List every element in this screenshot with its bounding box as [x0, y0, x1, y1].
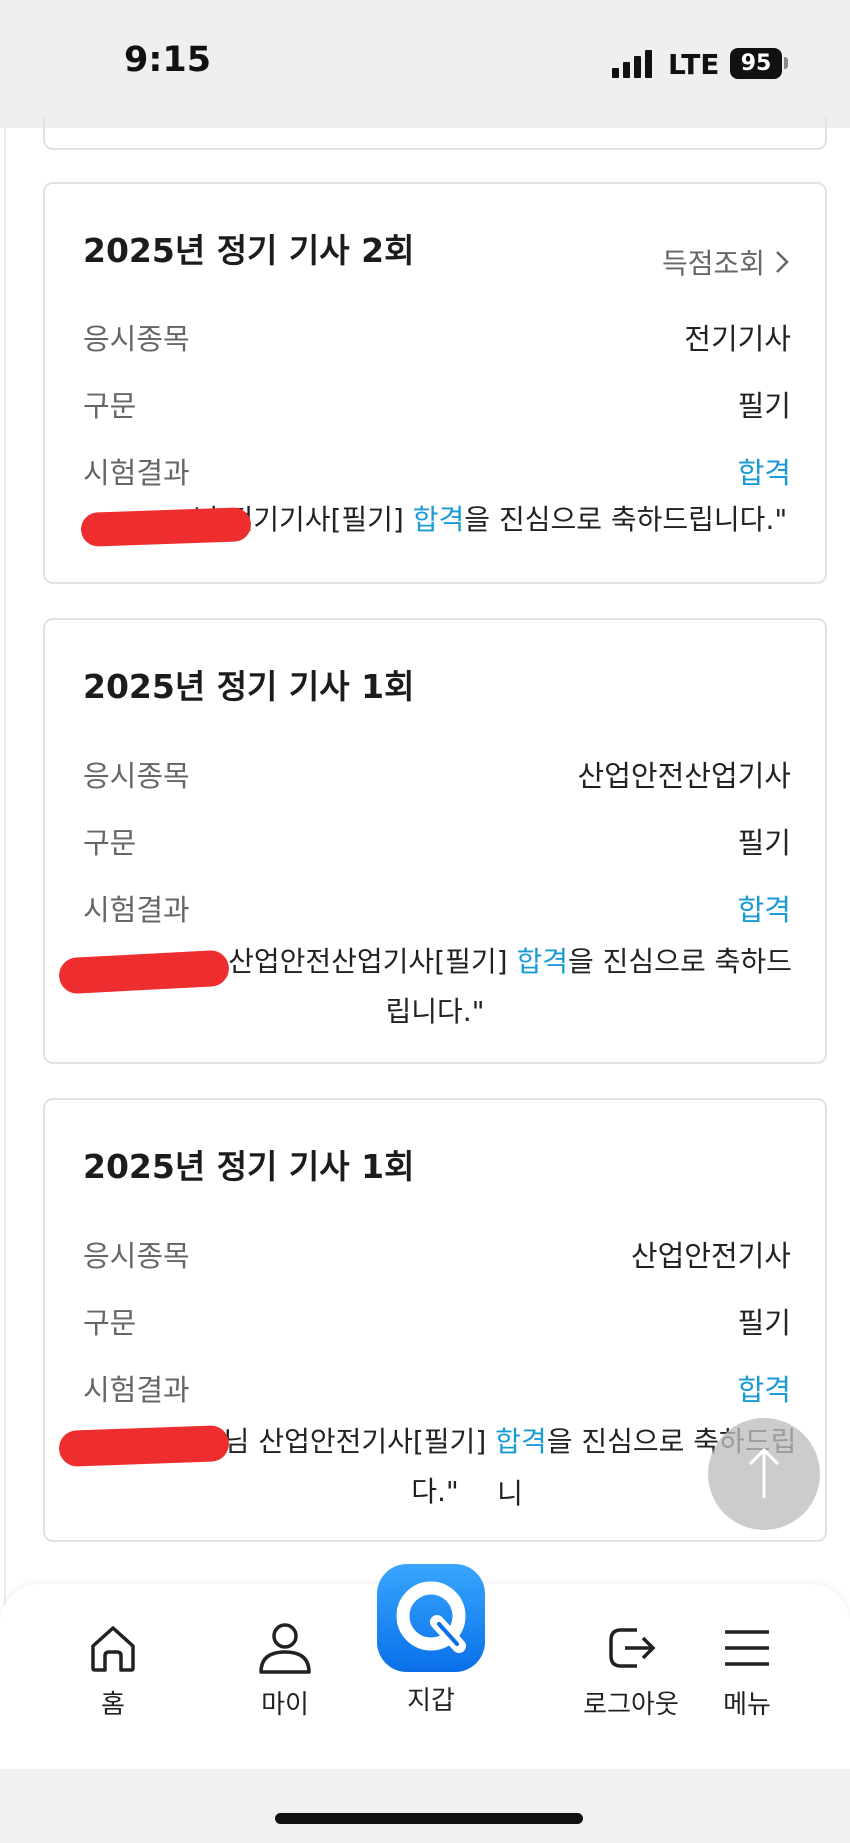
scroll-to-top-button[interactable]	[708, 1418, 820, 1530]
result-pass-value: 합격	[737, 893, 791, 927]
logout-icon	[609, 1628, 656, 1668]
nav-label: 홈	[101, 1690, 125, 1720]
row-value: 필기	[737, 1306, 791, 1340]
exam-type-row: 구문 필기	[83, 383, 791, 423]
exam-result-row: 시험결과 합격	[83, 887, 791, 927]
message-suffix: 을 진심으로 축하드	[568, 945, 792, 978]
previous-card-edge	[43, 118, 827, 150]
home-indicator[interactable]	[275, 1813, 583, 1824]
row-label: 구문	[83, 826, 137, 860]
exam-card: 2025년 정기 기사 1회 응시종목 산업안전산업기사 구문 필기 시험결과 …	[43, 618, 827, 1064]
row-label: 응시종목	[83, 1239, 190, 1273]
message-exam: 산업안전산업기사[필기]	[228, 945, 517, 978]
exam-subject-row: 응시종목 산업안전산업기사	[83, 753, 791, 793]
exam-card-title: 2025년 정기 기사 1회	[83, 667, 415, 706]
exam-card-title: 2025년 정기 기사 2회	[83, 231, 415, 270]
nav-my[interactable]: 마이	[220, 1620, 350, 1730]
exam-card: 2025년 정기 기사 2회 득점조회 응시종목 전기기사 구문 필기 시험결과…	[43, 182, 827, 584]
signal-bars-icon	[612, 50, 654, 78]
nav-menu[interactable]: 메뉴	[682, 1620, 812, 1730]
message-suffix: 을 진심으로 축하드립니다."	[464, 503, 788, 536]
row-label: 응시종목	[83, 322, 190, 356]
message-line2: 립니다."	[385, 995, 485, 1028]
wallet-button[interactable]	[377, 1564, 485, 1672]
row-value: 산업안전산업기사	[577, 759, 791, 793]
nav-label: 메뉴	[723, 1690, 771, 1720]
battery-level: 95	[740, 51, 772, 76]
row-label: 시험결과	[83, 456, 190, 490]
row-label: 구문	[83, 1306, 137, 1340]
arrow-up-icon	[748, 1447, 780, 1498]
row-value: 산업안전기사	[630, 1239, 791, 1273]
name-redaction	[80, 507, 252, 547]
message-exam: 전기기사[필기]	[227, 503, 413, 536]
exam-result-row: 시험결과 합격	[83, 1367, 791, 1407]
battery-icon: 95	[730, 48, 782, 79]
message-result: 합격	[516, 945, 568, 978]
status-bar: 9:15 LTE 95	[0, 0, 850, 128]
home-icon	[91, 1626, 135, 1672]
row-label: 시험결과	[83, 1373, 190, 1407]
message-line2: 다."	[411, 1475, 459, 1508]
exam-type-row: 구문 필기	[83, 820, 791, 860]
hamburger-menu-icon	[725, 1630, 769, 1666]
row-label: 시험결과	[83, 893, 190, 927]
nav-home[interactable]: 홈	[48, 1620, 178, 1730]
battery-tip	[784, 57, 788, 69]
q-wallet-icon	[396, 1581, 466, 1653]
status-time: 9:15	[124, 40, 212, 80]
result-pass-value: 합격	[737, 1373, 791, 1407]
nav-logout[interactable]: 로그아웃	[566, 1620, 696, 1730]
score-inquiry-link[interactable]: 득점조회	[662, 242, 791, 282]
congratulation-message-line2: 다."	[65, 1466, 805, 1518]
person-icon	[259, 1623, 311, 1674]
nav-label: 마이	[261, 1690, 309, 1720]
message-result: 합격	[495, 1425, 547, 1458]
row-label: 응시종목	[83, 759, 190, 793]
nav-label-wallet: 지갑	[407, 1686, 455, 1716]
row-value: 필기	[737, 826, 791, 860]
message-result: 합격	[412, 503, 465, 536]
network-label: LTE	[668, 48, 720, 81]
exam-subject-row: 응시종목 산업안전기사	[83, 1233, 791, 1273]
exam-result-row: 시험결과 합격	[83, 450, 791, 490]
message-exam: 산업안전기사[필기]	[258, 1425, 496, 1458]
congratulation-message-line2: 립니다."	[65, 986, 805, 1038]
nav-label: 로그아웃	[583, 1690, 679, 1720]
result-pass-value: 합격	[737, 456, 791, 490]
exam-type-row: 구문 필기	[83, 1300, 791, 1340]
home-indicator-area	[0, 1769, 850, 1843]
score-inquiry-label: 득점조회	[661, 247, 765, 280]
row-value: 필기	[737, 389, 791, 423]
chevron-right-icon	[776, 251, 789, 273]
exam-card-title: 2025년 정기 기사 1회	[83, 1147, 415, 1186]
exam-subject-row: 응시종목 전기기사	[83, 316, 791, 356]
row-value: 전기기사	[684, 322, 791, 356]
row-label: 구문	[83, 389, 137, 423]
name-redaction	[58, 1425, 230, 1467]
